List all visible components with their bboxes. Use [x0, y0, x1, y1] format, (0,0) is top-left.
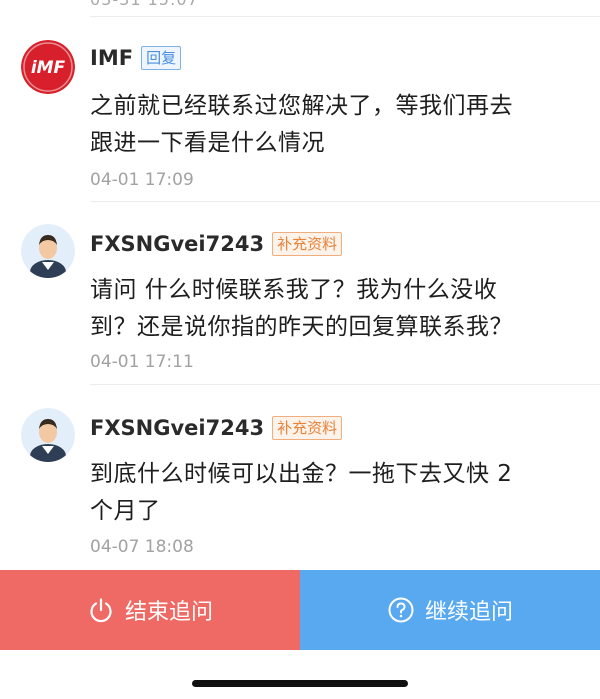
message-line: 到底什么时候可以出金？一拖下去又快 2 [90, 461, 513, 487]
message-time: 04-01 17:11 [90, 352, 194, 372]
end-followup-button[interactable]: 结束追问 [0, 570, 300, 650]
divider [90, 384, 600, 385]
message-body: 之前就已经联系过您解决了，等我们再去 跟进一下看是什么情况 [90, 88, 570, 162]
author-name: FXSNGvei7243 [90, 416, 265, 440]
divider [90, 201, 600, 202]
message-body: 到底什么时候可以出金？一拖下去又快 2 个月了 [90, 456, 570, 530]
reply-tag: 回复 [141, 46, 182, 70]
author-row: FXSNGvei7243 补充资料 [90, 232, 343, 256]
continue-followup-label: 继续追问 [424, 600, 513, 625]
home-indicator[interactable] [192, 680, 408, 687]
divider [90, 16, 600, 17]
author-row: IMF 回复 [90, 46, 182, 70]
message-time: 04-01 17:09 [90, 170, 194, 190]
action-bar: 结束追问 继续追问 [0, 570, 600, 650]
author-row: FXSNGvei7243 补充资料 [90, 416, 343, 440]
author-name: FXSNGvei7243 [90, 232, 265, 256]
end-followup-label: 结束追问 [124, 600, 213, 625]
message-line: 请问 什么时候联系我了？我为什么没收 [90, 277, 498, 303]
user-avatar[interactable] [21, 408, 75, 462]
message-line: 到？还是说你指的昨天的回复算联系我？ [90, 314, 513, 340]
supplement-tag: 补充资料 [272, 416, 343, 440]
supplement-tag: 补充资料 [272, 232, 343, 256]
message-line: 个月了 [90, 498, 161, 524]
imf-logo-avatar[interactable]: iMF [21, 40, 75, 94]
message-body: 请问 什么时候联系我了？我为什么没收 到？还是说你指的昨天的回复算联系我？ [90, 272, 570, 346]
complaint-thread-page: 03-31 15:07 iMF IMF 回复 之前就已经联系过您解决了，等我们再… [0, 0, 600, 699]
user-avatar-icon [21, 224, 75, 278]
previous-message-time: 03-31 15:07 [90, 0, 199, 9]
message-time: 04-07 18:08 [90, 537, 194, 557]
power-icon [87, 596, 115, 624]
user-avatar[interactable] [21, 224, 75, 278]
continue-followup-button[interactable]: 继续追问 [300, 570, 600, 650]
question-circle-icon [387, 596, 415, 624]
message-line: 跟进一下看是什么情况 [90, 130, 325, 156]
user-avatar-icon [21, 408, 75, 462]
imf-logo-text: iMF [31, 58, 66, 78]
author-name: IMF [90, 46, 134, 70]
message-line: 之前就已经联系过您解决了，等我们再去 [90, 93, 513, 119]
